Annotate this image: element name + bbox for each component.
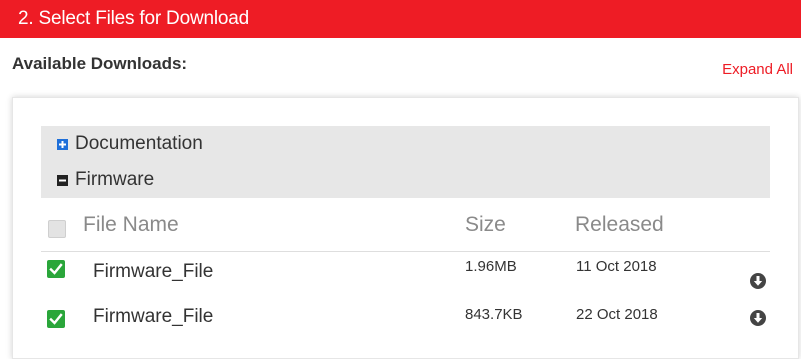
column-header-file-name[interactable]: File Name	[83, 213, 179, 237]
row-checkbox[interactable]	[47, 260, 65, 278]
download-icon[interactable]	[750, 310, 766, 326]
available-downloads-label: Available Downloads:	[12, 54, 188, 73]
row-checkbox[interactable]	[47, 310, 65, 328]
file-name-link[interactable]: Firmware_File	[93, 306, 213, 328]
expand-all-link[interactable]: Expand All	[722, 61, 793, 78]
section-header: 2. Select Files for Download	[0, 0, 801, 38]
file-name-link[interactable]: Firmware_File	[93, 261, 213, 283]
download-icon[interactable]	[750, 273, 766, 289]
category-label: Documentation	[75, 133, 203, 154]
plus-square-icon[interactable]	[57, 139, 68, 150]
table-row: Firmware_File 843.7KB 22 Oct 2018	[41, 298, 770, 338]
category-firmware[interactable]: Firmware	[41, 163, 770, 198]
minus-square-icon[interactable]	[57, 175, 68, 186]
file-size: 1.96MB	[465, 258, 517, 275]
section-title: 2. Select Files for Download	[18, 8, 249, 29]
file-release-date: 22 Oct 2018	[576, 306, 658, 323]
file-size: 843.7KB	[465, 306, 523, 323]
column-header-released[interactable]: Released	[575, 213, 664, 237]
checkmark-icon	[49, 263, 63, 275]
table-row: Firmware_File 1.96MB 11 Oct 2018	[41, 253, 770, 293]
file-release-date: 11 Oct 2018	[576, 258, 657, 275]
file-table-header: File Name Size Released	[41, 201, 770, 252]
downloads-panel: Documentation Firmware File Name Size Re…	[12, 97, 799, 359]
checkmark-icon	[49, 313, 63, 325]
select-all-checkbox[interactable]	[48, 220, 66, 238]
category-label: Firmware	[75, 169, 155, 190]
category-documentation[interactable]: Documentation	[41, 126, 770, 163]
column-header-size[interactable]: Size	[465, 213, 506, 237]
